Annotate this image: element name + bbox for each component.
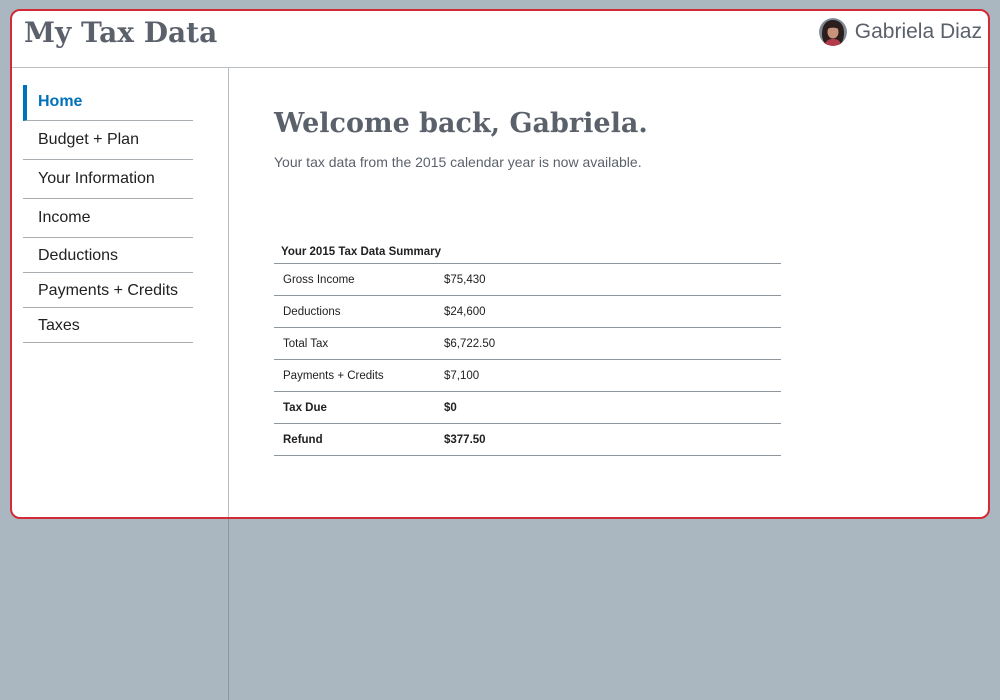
sidebar-item-deductions[interactable]: Deductions: [23, 238, 193, 273]
table-row: Refund $377.50: [274, 423, 781, 456]
table-row: Gross Income $75,430: [274, 264, 781, 296]
row-value-refund: $377.50: [444, 423, 781, 456]
page-subtitle: Your tax data from the 2015 calendar yea…: [274, 154, 642, 170]
user-name[interactable]: Gabriela Diaz: [855, 20, 982, 44]
row-value-deductions: $24,600: [444, 295, 781, 328]
row-value-tax-due: $0: [444, 391, 781, 424]
sidebar-item-payments-credits[interactable]: Payments + Credits: [23, 273, 193, 308]
table-row: Total Tax $6,722.50: [274, 327, 781, 360]
row-value-payments-credits: $7,100: [444, 359, 781, 392]
summary-table: Gross Income $75,430 Deductions $24,600 …: [274, 264, 781, 456]
row-label-refund: Refund: [274, 423, 444, 456]
sidebar-item-taxes[interactable]: Taxes: [23, 308, 193, 343]
app-window: My Tax Data Gabriela Diaz Home Budget + …: [10, 9, 990, 519]
sidebar-item-budget-plan[interactable]: Budget + Plan: [23, 121, 193, 160]
row-label-payments-credits: Payments + Credits: [274, 359, 444, 392]
page-title: Welcome back, Gabriela.: [274, 108, 648, 139]
row-value-gross-income: $75,430: [444, 264, 781, 296]
sidebar-item-income[interactable]: Income: [23, 199, 193, 238]
table-row: Tax Due $0: [274, 391, 781, 424]
table-row: Payments + Credits $7,100: [274, 359, 781, 392]
sidebar-item-your-information[interactable]: Your Information: [23, 160, 193, 199]
main-content: Welcome back, Gabriela. Your tax data fr…: [229, 68, 988, 517]
row-label-tax-due: Tax Due: [274, 391, 444, 424]
table-row: Deductions $24,600: [274, 295, 781, 328]
app-header: My Tax Data Gabriela Diaz: [12, 11, 988, 68]
row-label-total-tax: Total Tax: [274, 327, 444, 360]
row-label-gross-income: Gross Income: [274, 264, 444, 296]
sidebar-nav: Home Budget + Plan Your Information Inco…: [23, 85, 193, 343]
avatar[interactable]: [818, 18, 847, 46]
user-profile[interactable]: Gabriela Diaz: [818, 16, 982, 48]
summary-title: Your 2015 Tax Data Summary: [274, 236, 781, 264]
row-value-total-tax: $6,722.50: [444, 327, 781, 360]
sidebar: Home Budget + Plan Your Information Inco…: [12, 68, 229, 517]
tax-summary: Your 2015 Tax Data Summary Gross Income …: [274, 236, 781, 456]
background-divider: [228, 519, 229, 700]
row-label-deductions: Deductions: [274, 295, 444, 328]
app-title: My Tax Data: [24, 16, 218, 49]
sidebar-item-home[interactable]: Home: [23, 85, 193, 121]
